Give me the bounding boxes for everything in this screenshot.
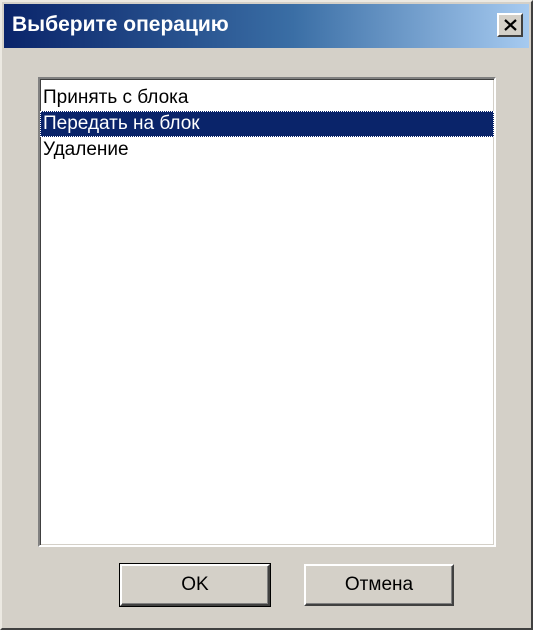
list-item-delete[interactable]: Удаление bbox=[40, 137, 494, 163]
operations-listbox[interactable]: Принять с блока Передать на блок Удалени… bbox=[38, 77, 496, 547]
dialog-window: Выберите операцию Принять с блока Переда… bbox=[0, 0, 533, 630]
title-bar[interactable]: Выберите операцию bbox=[4, 4, 529, 48]
window-title: Выберите операцию bbox=[12, 13, 229, 36]
list-item-receive[interactable]: Принять с блока bbox=[40, 85, 494, 111]
close-icon bbox=[504, 19, 517, 31]
list-item-transfer[interactable]: Передать на блок bbox=[40, 111, 494, 137]
close-button[interactable] bbox=[497, 13, 523, 37]
cancel-button[interactable]: Отмена bbox=[304, 564, 454, 606]
ok-button[interactable]: OK bbox=[119, 563, 271, 607]
